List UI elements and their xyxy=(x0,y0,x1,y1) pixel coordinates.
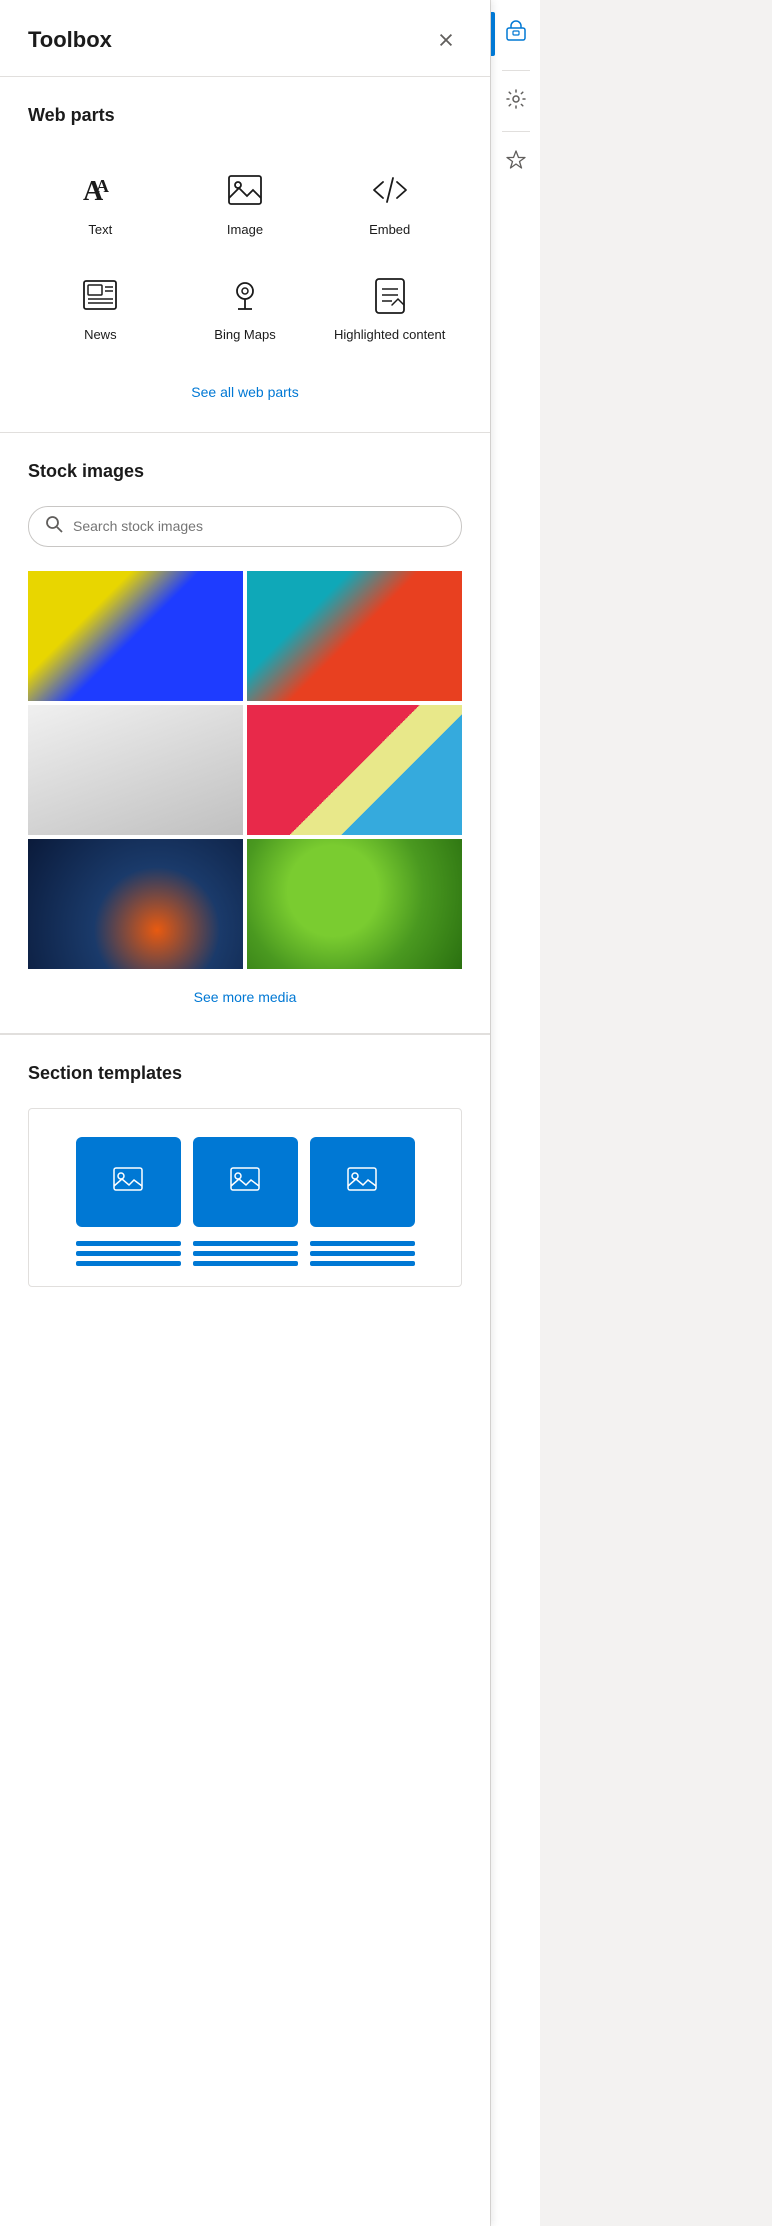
news-icon xyxy=(76,271,124,319)
highlighted-content-icon xyxy=(366,271,414,319)
web-part-highlighted-content[interactable]: Highlighted content xyxy=(317,255,462,360)
image-icon xyxy=(221,166,269,214)
stock-images-grid xyxy=(28,571,462,969)
toolbox-title: Toolbox xyxy=(28,27,112,53)
web-part-bing-maps-label: Bing Maps xyxy=(214,327,275,344)
text-icon: A A xyxy=(76,166,124,214)
web-parts-section: Web parts A A Text xyxy=(0,77,490,432)
template-image-2 xyxy=(193,1137,298,1227)
sidebar-divider-1 xyxy=(502,70,530,71)
web-parts-title: Web parts xyxy=(28,105,462,126)
web-part-embed[interactable]: Embed xyxy=(317,150,462,255)
stock-image-5[interactable] xyxy=(28,839,243,969)
template-lines-3 xyxy=(310,1241,415,1266)
search-box[interactable] xyxy=(28,506,462,547)
see-more-media-link[interactable]: See more media xyxy=(28,969,462,1033)
section-templates-title: Section templates xyxy=(28,1063,462,1084)
template-line xyxy=(76,1261,181,1266)
template-line xyxy=(76,1241,181,1246)
template-preview[interactable] xyxy=(28,1108,462,1287)
template-lines-1 xyxy=(76,1241,181,1266)
web-part-highlighted-content-label: Highlighted content xyxy=(334,327,445,344)
stock-image-3[interactable] xyxy=(28,705,243,835)
web-part-text[interactable]: A A Text xyxy=(28,150,173,255)
web-part-embed-label: Embed xyxy=(369,222,410,239)
stock-images-title: Stock images xyxy=(28,461,462,482)
toolbox-header: Toolbox xyxy=(0,0,490,77)
stock-image-4[interactable] xyxy=(247,705,462,835)
stock-image-6[interactable] xyxy=(247,839,462,969)
template-line xyxy=(310,1241,415,1246)
web-part-bing-maps[interactable]: Bing Maps xyxy=(173,255,318,360)
stock-images-section: Stock images See more media xyxy=(0,433,490,1033)
web-part-news-label: News xyxy=(84,327,117,344)
search-icon xyxy=(45,515,63,538)
template-image-3 xyxy=(310,1137,415,1227)
template-image-1 xyxy=(76,1137,181,1227)
stock-image-1[interactable] xyxy=(28,571,243,701)
map-icon xyxy=(221,271,269,319)
section-templates-section: Section templates xyxy=(0,1034,490,1315)
web-part-text-label: Text xyxy=(88,222,112,239)
svg-text:A: A xyxy=(96,176,109,196)
template-lines-row xyxy=(45,1241,445,1266)
embed-icon xyxy=(366,166,414,214)
template-line xyxy=(193,1251,298,1256)
template-line xyxy=(193,1261,298,1266)
template-line xyxy=(76,1251,181,1256)
template-line xyxy=(193,1241,298,1246)
right-sidebar xyxy=(490,0,540,2226)
close-button[interactable] xyxy=(430,24,462,56)
web-part-image-label: Image xyxy=(227,222,263,239)
sidebar-divider-2 xyxy=(502,131,530,132)
toolbox-panel: Toolbox Web parts A A xyxy=(0,0,490,2226)
template-lines-2 xyxy=(193,1241,298,1266)
stock-image-2[interactable] xyxy=(247,571,462,701)
stock-images-search-input[interactable] xyxy=(73,518,445,534)
web-parts-grid: A A Text Image xyxy=(28,150,462,360)
template-line xyxy=(310,1261,415,1266)
ai-sidebar-button[interactable] xyxy=(496,140,536,180)
template-images-row xyxy=(45,1137,445,1227)
see-all-web-parts-link[interactable]: See all web parts xyxy=(28,368,462,432)
settings-sidebar-button[interactable] xyxy=(496,79,536,119)
toolbox-sidebar-button[interactable] xyxy=(496,11,536,51)
web-part-image[interactable]: Image xyxy=(173,150,318,255)
active-sidebar-indicator xyxy=(491,12,495,56)
template-line xyxy=(310,1251,415,1256)
web-part-news[interactable]: News xyxy=(28,255,173,360)
